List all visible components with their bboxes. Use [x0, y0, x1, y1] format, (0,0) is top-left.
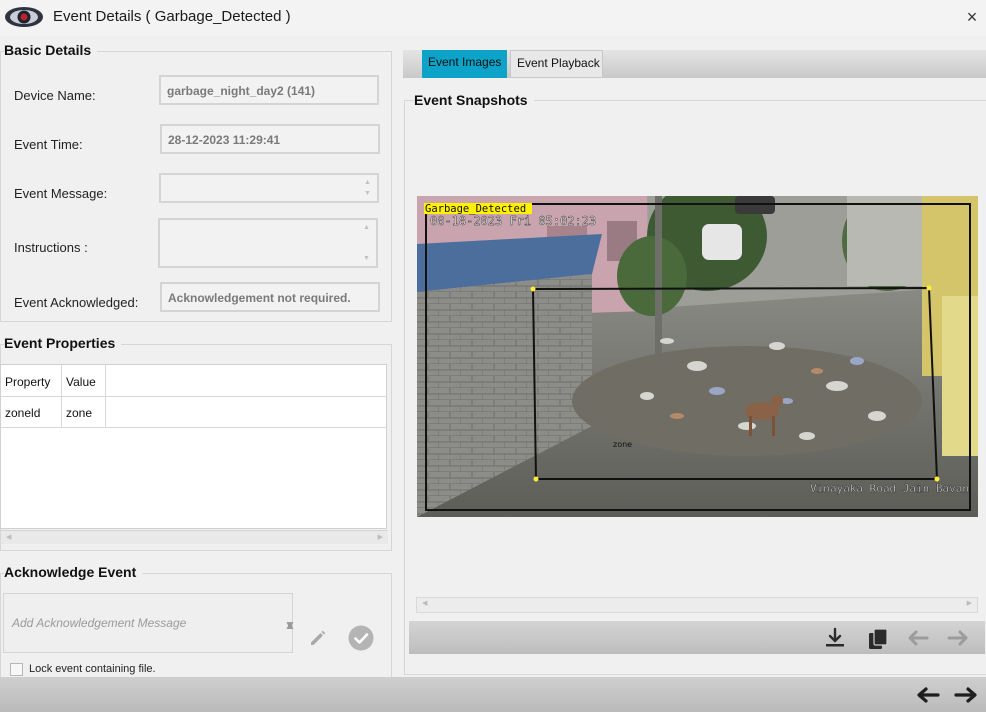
column-divider — [105, 365, 106, 427]
eye-logo-icon — [5, 7, 43, 27]
copy-icon[interactable] — [865, 625, 891, 651]
basic-details-title: Basic Details — [4, 42, 98, 58]
event-time-label: Event Time: — [14, 137, 83, 152]
event-time-field[interactable]: 28-12-2023 11:29:41 — [160, 124, 380, 154]
window-title: Event Details ( Garbage_Detected ) — [53, 8, 291, 25]
event-acknowledged-label: Event Acknowledged: — [14, 295, 139, 310]
event-snapshot-image[interactable]: Garbage_Detected 08-18-2023 Fri 05:02:23… — [417, 196, 978, 517]
table-row-property: zoneld — [5, 406, 41, 420]
previous-event-arrow-icon[interactable] — [914, 685, 942, 705]
event-snapshots-title: Event Snapshots — [414, 92, 534, 108]
row-divider — [1, 427, 386, 428]
snapshot-hscrollbar[interactable]: ◀ ▶ — [416, 597, 978, 613]
snapshot-action-bar — [409, 621, 985, 654]
instructions-field[interactable]: ▲ ▼ — [158, 218, 378, 268]
scroll-right-icon[interactable]: ▶ — [378, 533, 383, 541]
table-hscrollbar[interactable]: ◀ ▶ — [1, 530, 388, 544]
event-message-scrollbar[interactable]: ▲ ▼ — [361, 177, 375, 199]
header-divider — [1, 396, 386, 397]
pencil-icon[interactable] — [308, 628, 328, 648]
zone-label: zone — [613, 440, 632, 449]
column-divider — [61, 365, 62, 427]
instructions-scrollbar[interactable]: ▲ ▼ — [360, 222, 374, 264]
scroll-right-icon[interactable]: ▶ — [967, 599, 972, 607]
instructions-label: Instructions : — [14, 240, 88, 255]
scroll-left-icon[interactable]: ◀ — [6, 533, 11, 541]
acknowledge-placeholder: Add Acknowledgement Message — [12, 616, 187, 630]
device-name-label: Device Name: — [14, 88, 96, 103]
scroll-left-icon[interactable]: ◀ — [422, 599, 427, 607]
acknowledge-message-input[interactable]: Add Acknowledgement Message ▲ ▼ — [3, 593, 296, 653]
tab-event-playback[interactable]: Event Playback — [510, 50, 603, 78]
camera-location-label: Vinayaka Road Jain Bavan — [810, 482, 969, 495]
event-message-field[interactable]: ▲ ▼ — [159, 173, 379, 203]
next-event-arrow-icon[interactable] — [952, 685, 980, 705]
device-name-field[interactable]: garbage_night_day2 (141) — [159, 75, 379, 105]
lock-event-label: Lock event containing file. — [29, 663, 156, 675]
download-icon[interactable] — [822, 627, 848, 649]
arrow-left-icon[interactable] — [905, 627, 931, 649]
close-button[interactable]: × — [962, 6, 982, 28]
camera-timestamp: 08-18-2023 Fri 05:02:23 — [430, 214, 596, 228]
event-acknowledged-field[interactable]: Acknowledgement not required. — [160, 282, 380, 312]
properties-table: Property Value zoneld zone ◀ ▶ — [0, 364, 388, 544]
lock-event-checkbox[interactable] — [10, 663, 23, 676]
acknowledge-title: Acknowledge Event — [4, 564, 143, 580]
table-row-value: zone — [66, 406, 93, 420]
column-header-value[interactable]: Value — [62, 365, 100, 399]
tab-event-images[interactable]: Event Images — [422, 50, 507, 78]
acknowledge-scrollbar[interactable]: ▲ ▼ — [276, 596, 296, 650]
column-header-property[interactable]: Property — [1, 365, 54, 399]
bottom-navigation-bar — [0, 677, 986, 712]
arrow-right-icon[interactable] — [945, 627, 971, 649]
event-properties-title: Event Properties — [4, 335, 122, 351]
check-circle-icon[interactable] — [348, 625, 374, 651]
event-message-label: Event Message: — [14, 186, 108, 201]
